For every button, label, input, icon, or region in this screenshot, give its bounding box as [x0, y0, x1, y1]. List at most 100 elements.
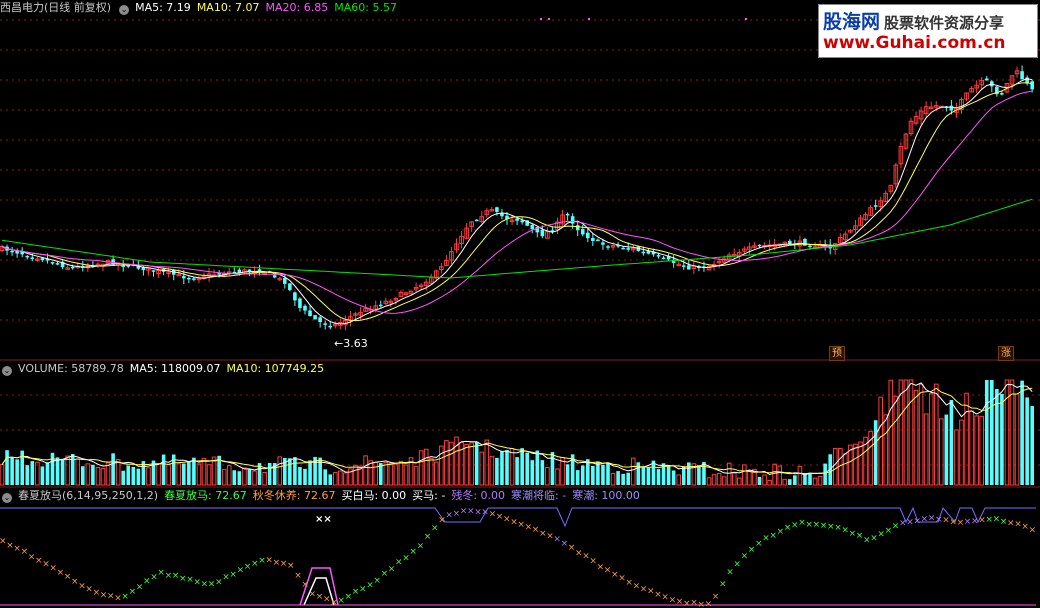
zhang-tag[interactable]: 涨: [998, 346, 1014, 361]
candle-body: [586, 232, 590, 239]
candle-body: [25, 255, 30, 258]
indicator-maibaima: 买白马: 0.00: [341, 489, 407, 502]
volume-bar: [1004, 379, 1010, 486]
volume-bar: [484, 439, 490, 486]
volume-bar: [479, 451, 485, 486]
volume-bar: [697, 465, 701, 485]
volume-bar: [525, 452, 529, 485]
candle-body: [621, 247, 625, 250]
volume-bar: [15, 459, 19, 485]
settings-circle-icon[interactable]: ⌄: [119, 5, 130, 15]
volume-bar: [288, 458, 292, 485]
volume-bar: [10, 457, 14, 485]
volume-bar: [100, 467, 106, 486]
candle-body: [500, 213, 504, 217]
volume-bar: [242, 467, 247, 486]
volume-bar: [575, 470, 580, 485]
volume-bar: [636, 462, 641, 485]
price-panel-header: 西昌电力(日线 前复权) ⌄ MA5: 7.19 MA10: 7.07 MA20: 6.…: [0, 0, 403, 16]
settings-circle-icon[interactable]: ⌄: [2, 493, 12, 503]
price-ma10: MA10: 7.07: [196, 1, 260, 14]
indicator-hanchao-jl: 寒潮将临: -: [511, 489, 567, 502]
stock-chart-canvas[interactable]: × × × ×× × × × × × × × × × × × × × × ×× × × × × × × × × × × × × × × × × × × ×…: [0, 0, 1040, 608]
volume-bar: [747, 470, 752, 486]
volume-bar: [40, 466, 45, 485]
candle-body: [30, 257, 35, 259]
candle-body: [151, 270, 156, 272]
volume-bar: [55, 457, 60, 485]
candle-body: [661, 257, 666, 260]
white-cross-signal: ××: [315, 514, 332, 525]
volume-bar: [676, 474, 682, 486]
volume-bar: [928, 393, 934, 486]
volume-bar: [65, 455, 70, 486]
volume-bar: [515, 457, 519, 485]
candle-body: [687, 265, 691, 270]
volume-value: VOLUME: 58789.78: [18, 362, 124, 375]
volume-bar: [237, 471, 242, 485]
volume-bar: [545, 467, 550, 486]
volume-bar: [464, 443, 469, 486]
volume-bar: [338, 470, 343, 486]
candle-body: [237, 269, 242, 273]
price-ma5: MA5: 7.19: [135, 1, 191, 14]
volume-ma10: MA10: 107749.25: [226, 362, 325, 375]
candle-body: [1020, 71, 1024, 80]
volume-bar: [681, 466, 686, 485]
candle-body: [515, 218, 519, 221]
volume-bar: [726, 462, 732, 486]
volume-bar: [797, 465, 803, 486]
candle-body: [40, 258, 45, 261]
candle-body: [378, 304, 383, 307]
volume-bar: [984, 380, 989, 485]
volume-bar: [808, 472, 812, 485]
volume-bar: [70, 454, 75, 485]
volume-bar: [788, 479, 792, 485]
volume-bar: [328, 474, 333, 485]
indicator-cross-mark: ×: [417, 541, 425, 551]
settings-circle-icon[interactable]: ⌄: [2, 366, 12, 376]
volume-bar: [1014, 393, 1020, 486]
volume-bar: [742, 464, 747, 486]
volume-bar: [121, 470, 125, 485]
candle-body: [575, 225, 580, 231]
volume-bar: [596, 461, 600, 485]
indicator-name: 春夏放马(6,14,95,250,1,2): [18, 489, 159, 502]
volume-bar: [20, 450, 24, 485]
volume-bar: [601, 464, 605, 485]
volume-bar: [777, 465, 783, 486]
volume-bar: [706, 477, 712, 486]
candle-body: [580, 229, 585, 235]
ma5-line: [1, 78, 1033, 325]
volume-bar: [489, 455, 495, 486]
candle-body: [530, 224, 535, 230]
candle-body: [313, 315, 317, 320]
volume-bar: [873, 420, 878, 485]
volume-bar: [731, 472, 737, 486]
volume-bar: [413, 466, 419, 486]
volume-bar: [630, 457, 636, 486]
volume-bar: [893, 395, 899, 486]
candle-body: [50, 262, 55, 264]
volume-bar: [903, 379, 909, 486]
volume-bar: [277, 456, 283, 486]
volume-bar: [252, 470, 257, 486]
candle-body: [272, 275, 277, 278]
volume-bar: [187, 461, 191, 485]
candle-body: [873, 205, 878, 207]
yu-tag[interactable]: 预: [829, 346, 845, 361]
volume-bar: [247, 469, 252, 485]
volume-bar: [343, 472, 348, 486]
volume-bar: [439, 445, 444, 486]
candle-body: [601, 242, 605, 245]
volume-bar: [853, 443, 858, 486]
candle-body: [1000, 93, 1004, 95]
volume-bar: [832, 447, 838, 486]
volume-bar: [126, 465, 131, 485]
watermark-subtitle: 股票软件资源分享: [884, 14, 1005, 32]
volume-bar: [201, 457, 207, 486]
volume-bar: [303, 468, 307, 485]
volume-bar: [388, 463, 394, 486]
volume-bar: [580, 465, 585, 485]
volume-bar: [182, 463, 186, 485]
